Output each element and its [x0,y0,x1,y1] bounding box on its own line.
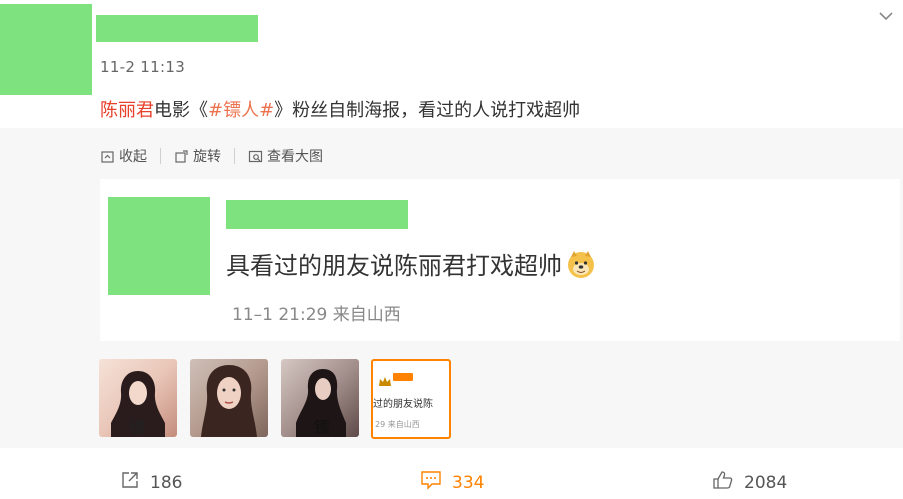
svg-text:镖: 镖 [314,418,330,437]
content-text-2: 》粉丝自制海报，看过的人说打戏超帅 [274,100,581,121]
comment-button[interactable]: 334 [420,470,484,495]
embedded-meta: 11–1 21:29 来自山西 [232,305,401,325]
media-toolbar: 收起 旋转 查看大图 [100,145,323,167]
thumb-4-meta: 29 来自山西 [375,420,420,429]
comment-icon [420,470,442,495]
rotate-label: 旋转 [193,149,221,165]
collapse-label: 收起 [119,149,147,165]
embedded-text: 具看过的朋友说陈丽君打戏超帅 [226,252,562,280]
poster-thumbnail-4-selected[interactable]: 过的朋友说陈 29 来自山西 [371,359,451,439]
comment-count: 334 [452,472,485,493]
forward-count: 186 [150,472,183,493]
chevron-down-icon[interactable] [876,8,896,24]
collapse-button[interactable]: 收起 [100,146,147,166]
topic-link[interactable]: #镖人# [208,100,274,121]
view-large-button[interactable]: 查看大图 [248,146,323,166]
thumbs-up-icon [712,470,734,495]
poster-thumbnail-2[interactable] [190,359,268,437]
doge-emoji-icon [566,249,596,279]
crown-icon [379,372,391,386]
forward-button[interactable]: 186 [120,470,182,495]
avatar[interactable] [0,4,92,95]
view-large-label: 查看大图 [267,149,323,165]
mention-link[interactable]: 陈丽君 [100,100,154,121]
post-time[interactable]: 11-2 11:13 [100,58,185,76]
divider [234,148,235,164]
poster-thumbnail-1[interactable]: 镖 [99,359,177,437]
divider [160,148,161,164]
post-content: 陈丽君电影《#镖人#》粉丝自制海报，看过的人说打戏超帅 [100,96,580,122]
rotate-button[interactable]: 旋转 [174,146,221,166]
collapse-icon [100,149,115,164]
embedded-text-row: 具看过的朋友说陈丽君打戏超帅 [226,246,596,281]
rotate-icon [174,149,189,164]
svg-text:镖: 镖 [129,418,145,437]
username-redacted[interactable] [96,15,258,42]
like-count: 2084 [744,472,788,493]
like-button[interactable]: 2084 [712,470,787,495]
content-text-1: 电影《 [154,100,208,121]
forward-icon [120,470,140,495]
embedded-avatar [108,197,210,295]
thumb-4-text: 过的朋友说陈 [373,399,433,410]
view-large-icon [248,149,263,164]
embedded-username-redacted [226,200,408,229]
mini-name-badge [393,373,413,381]
poster-thumbnail-3[interactable]: 镖 [281,359,359,437]
